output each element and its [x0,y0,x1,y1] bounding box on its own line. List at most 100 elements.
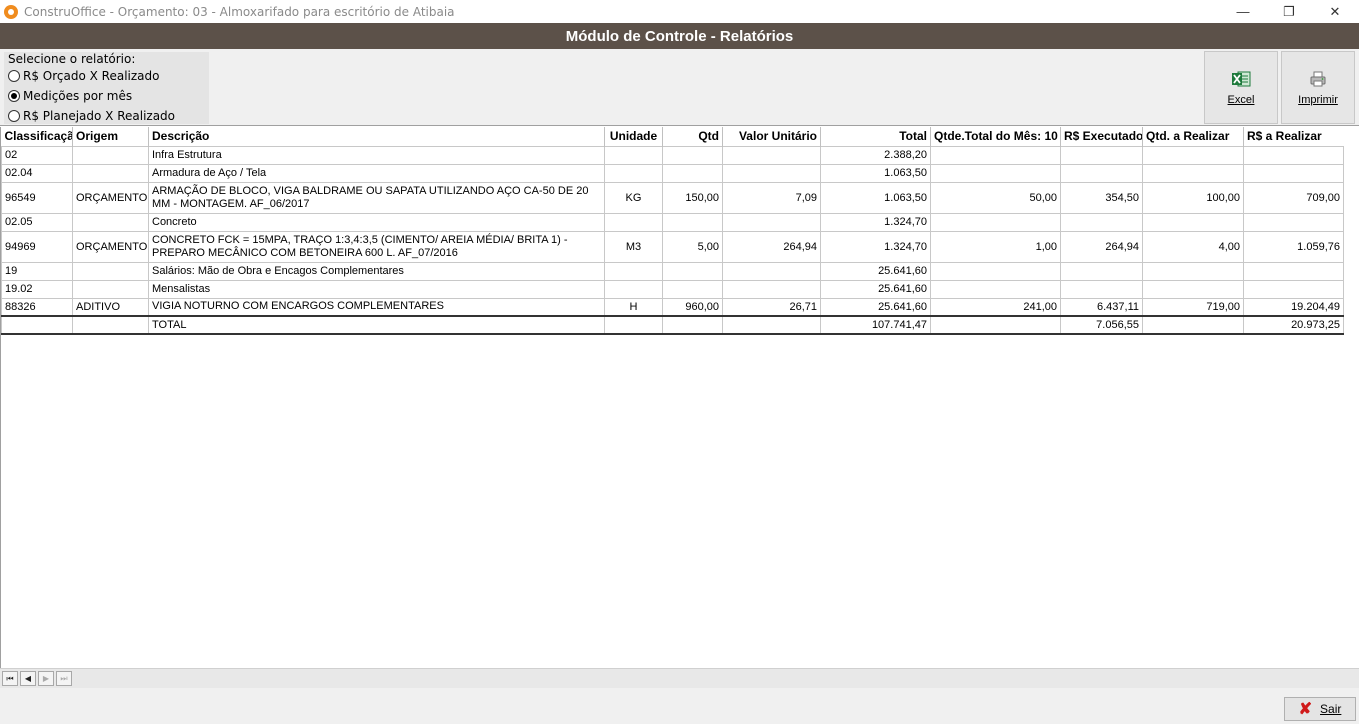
cell-origem[interactable] [72,163,149,183]
cell-descricao[interactable]: Armadura de Aço / Tela [148,163,605,183]
cell-qtd-a-realizar[interactable]: 4,00 [1142,230,1244,263]
cell-rs-executado[interactable] [1060,163,1143,183]
cell-classificacao[interactable]: 94969 [1,230,73,263]
table-row[interactable]: 02 Infra Estrutura 2.388,20 [1,145,1344,165]
cell-valor-unitario[interactable] [722,279,821,299]
table-row[interactable]: 19.02 Mensalistas 25.641,60 [1,279,1344,299]
report-grid[interactable]: Classificação Origem Descrição Unidade Q… [0,127,1359,668]
column-header-qtde-total-mes[interactable]: Qtde.Total do Mês: 10 [930,127,1061,146]
cell-origem[interactable]: ADITIVO [72,297,149,317]
cell-unidade[interactable]: M3 [604,230,663,263]
cell-valor-unitario[interactable]: 7,09 [722,181,821,214]
cell-rs-executado[interactable]: 354,50 [1060,181,1143,214]
cell-rs-executado[interactable] [1060,279,1143,299]
cell-qtde-total-mes[interactable]: 50,00 [930,181,1061,214]
cell-qtde-total-mes[interactable] [930,145,1061,165]
column-header-origem[interactable]: Origem [72,127,149,146]
cell-classificacao[interactable]: 96549 [1,181,73,214]
cell-total[interactable]: 25.641,60 [820,297,931,317]
cell-origem[interactable] [72,261,149,281]
cell-unidade[interactable] [604,212,663,232]
table-row[interactable]: 02.05 Concreto 1.324,70 [1,212,1344,232]
cell-descricao[interactable]: CONCRETO FCK = 15MPA, TRAÇO 1:3,4:3,5 (C… [148,230,605,263]
cell-total[interactable]: 2.388,20 [820,145,931,165]
cell-total[interactable]: 1.324,70 [820,230,931,263]
cell-unidade[interactable]: KG [604,181,663,214]
cell-unidade[interactable] [604,261,663,281]
cell-rs-a-realizar[interactable] [1243,212,1344,232]
column-header-unidade[interactable]: Unidade [604,127,663,146]
minimize-button[interactable]: — [1220,0,1266,23]
cell-rs-executado[interactable]: 264,94 [1060,230,1143,263]
cell-origem[interactable] [72,212,149,232]
cell-unidade[interactable]: H [604,297,663,317]
table-row[interactable]: 19 Salários: Mão de Obra e Encagos Comple… [1,261,1344,281]
cell-rs-a-realizar[interactable]: 709,00 [1243,181,1344,214]
cell-rs-a-realizar[interactable] [1243,261,1344,281]
table-row[interactable]: 88326 ADITIVO VIGIA NOTURNO COM ENCARGOS C… [1,297,1344,317]
cell-descricao[interactable]: VIGIA NOTURNO COM ENCARGOS COMPLEMENTARE… [148,297,605,317]
radio-orcado-realizado[interactable]: R$ Orçado X Realizado [8,69,159,83]
radio-circle[interactable] [8,70,20,82]
cell-qtd[interactable]: 5,00 [662,230,723,263]
cell-qtd[interactable] [662,212,723,232]
column-header-rs-executado[interactable]: R$ Executado [1060,127,1143,146]
last-record-button[interactable]: ⏭ [56,671,72,686]
cell-rs-a-realizar[interactable] [1243,279,1344,299]
cell-qtd[interactable] [662,261,723,281]
cell-total[interactable]: 25.641,60 [820,279,931,299]
cell-classificacao[interactable]: 19 [1,261,73,281]
cell-valor-unitario[interactable] [722,212,821,232]
cell-classificacao[interactable]: 88326 [1,297,73,317]
cell-classificacao[interactable]: 19.02 [1,279,73,299]
column-header-valor-unitario[interactable]: Valor Unitário [722,127,821,146]
table-row[interactable]: 96549 ORÇAMENTO ARMAÇÃO DE BLOCO, VIGA BAL… [1,181,1344,214]
cell-valor-unitario[interactable]: 264,94 [722,230,821,263]
column-header-rs-a-realizar[interactable]: R$ a Realizar [1243,127,1344,146]
exit-button[interactable]: ✘ Sair [1284,697,1356,721]
cell-qtd[interactable]: 150,00 [662,181,723,214]
cell-qtd-a-realizar[interactable] [1142,145,1244,165]
excel-button[interactable]: Excel [1204,51,1278,124]
cell-total[interactable]: 1.063,50 [820,181,931,214]
cell-descricao[interactable]: Concreto [148,212,605,232]
cell-qtd-a-realizar[interactable] [1142,261,1244,281]
column-header-classificacao[interactable]: Classificação [2,127,73,146]
column-header-total[interactable]: Total [820,127,931,146]
cell-total[interactable]: 25.641,60 [820,261,931,281]
cell-qtde-total-mes[interactable] [930,212,1061,232]
column-header-qtd-a-realizar[interactable]: Qtd. a Realizar [1142,127,1244,146]
radio-circle-checked[interactable] [8,90,20,102]
table-row[interactable]: 94969 ORÇAMENTO CONCRETO FCK = 15MPA, TRAÇ… [1,230,1344,263]
cell-origem[interactable] [72,279,149,299]
cell-qtd[interactable]: 960,00 [662,297,723,317]
cell-qtd[interactable] [662,163,723,183]
cell-qtde-total-mes[interactable]: 1,00 [930,230,1061,263]
cell-rs-executado[interactable]: 6.437,11 [1060,297,1143,317]
cell-valor-unitario[interactable] [722,261,821,281]
cell-rs-a-realizar[interactable] [1243,145,1344,165]
cell-valor-unitario[interactable]: 26,71 [722,297,821,317]
cell-descricao[interactable]: Infra Estrutura [148,145,605,165]
column-header-qtd[interactable]: Qtd [662,127,723,146]
cell-classificacao[interactable]: 02.05 [1,212,73,232]
cell-classificacao[interactable]: 02.04 [1,163,73,183]
cell-descricao[interactable]: ARMAÇÃO DE BLOCO, VIGA BALDRAME OU SAPAT… [148,181,605,214]
cell-qtde-total-mes[interactable] [930,261,1061,281]
cell-descricao[interactable]: Salários: Mão de Obra e Encagos Compleme… [148,261,605,281]
cell-qtd-a-realizar[interactable]: 719,00 [1142,297,1244,317]
cell-total[interactable]: 1.324,70 [820,212,931,232]
radio-medicoes-por-mes[interactable]: Medições por mês [8,89,132,103]
cell-valor-unitario[interactable] [722,163,821,183]
cell-unidade[interactable] [604,163,663,183]
previous-record-button[interactable]: ◀ [20,671,36,686]
cell-qtd-a-realizar[interactable]: 100,00 [1142,181,1244,214]
cell-unidade[interactable] [604,145,663,165]
column-header-descricao[interactable]: Descrição [148,127,605,146]
cell-origem[interactable]: ORÇAMENTO [72,181,149,214]
table-row[interactable]: 02.04 Armadura de Aço / Tela 1.063,50 [1,163,1344,183]
radio-planejado-realizado[interactable]: R$ Planejado X Realizado [8,109,175,123]
cell-qtde-total-mes[interactable] [930,279,1061,299]
cell-rs-a-realizar[interactable] [1243,163,1344,183]
cell-rs-executado[interactable] [1060,212,1143,232]
